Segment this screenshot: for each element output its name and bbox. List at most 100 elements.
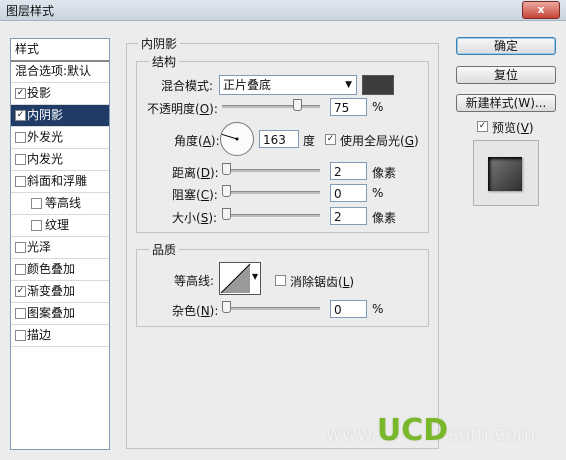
size-key: S bbox=[200, 211, 209, 225]
size-label: 大小(S): bbox=[172, 211, 218, 225]
choke-label: 阻塞(C): bbox=[172, 188, 218, 202]
style-list-label: 内发光 bbox=[27, 152, 64, 166]
choke-slider-thumb[interactable] bbox=[222, 185, 231, 197]
opacity-slider-track[interactable] bbox=[222, 105, 320, 108]
angle-unit: 度 bbox=[303, 134, 316, 148]
size-input[interactable]: 2 bbox=[330, 207, 367, 225]
opacity-label: 不透明度(O): bbox=[147, 102, 218, 116]
angle-dial[interactable] bbox=[219, 121, 255, 157]
shadow-color-swatch[interactable] bbox=[362, 75, 394, 95]
noise-input[interactable]: 0 bbox=[330, 300, 367, 318]
styles-header: 样式 bbox=[11, 39, 109, 62]
preview-label-text: 预览( bbox=[492, 121, 521, 135]
distance-slider-track[interactable] bbox=[222, 169, 320, 172]
chevron-down-icon: ▼ bbox=[252, 272, 259, 281]
style-list-item[interactable]: 颜色叠加 bbox=[11, 259, 109, 281]
styles-list: 样式 混合选项:默认 ✓ 投影 ✓ 内阴影 外发光 内发光 斜面和浮雕 等高线 纹理 光泽 颜色叠加 ✓ 渐… bbox=[10, 38, 110, 450]
style-list-checkbox[interactable]: ✓ bbox=[15, 286, 26, 297]
opacity-key: O bbox=[199, 102, 210, 116]
style-list-checkbox[interactable] bbox=[15, 330, 26, 341]
style-list-checkbox[interactable] bbox=[31, 198, 42, 209]
choke-input[interactable]: 0 bbox=[330, 184, 367, 202]
style-list-item[interactable]: 外发光 bbox=[11, 127, 109, 149]
blend-mode-label: 混合模式: bbox=[161, 79, 214, 93]
contour-picker[interactable]: ▼ bbox=[219, 262, 261, 295]
choke-slider-track[interactable] bbox=[222, 191, 320, 194]
style-list-label: 外发光 bbox=[27, 130, 64, 144]
preview-checkbox[interactable]: ✓ bbox=[477, 121, 488, 132]
styles-header-label: 样式 bbox=[15, 42, 40, 56]
opacity-label-text: 不透明度( bbox=[147, 102, 200, 116]
size-slider-track[interactable] bbox=[222, 214, 320, 217]
angle-key: A bbox=[202, 134, 211, 148]
style-preview-swatch bbox=[488, 157, 522, 191]
distance-label: 距离(D): bbox=[172, 166, 219, 180]
choke-key: C bbox=[200, 188, 210, 202]
style-list-checkbox[interactable] bbox=[15, 264, 26, 275]
style-list-item[interactable]: ✓ 投影 bbox=[11, 83, 109, 105]
style-list-label: 斜面和浮雕 bbox=[27, 174, 88, 188]
blend-mode-value: 正片叠底 bbox=[223, 78, 272, 92]
style-list-item[interactable]: 斜面和浮雕 bbox=[11, 171, 109, 193]
style-list-item[interactable]: 内发光 bbox=[11, 149, 109, 171]
noise-slider-track[interactable] bbox=[222, 307, 320, 310]
close-button[interactable]: x bbox=[522, 1, 560, 19]
watermark-brand: UCD bbox=[376, 413, 449, 448]
style-list-item[interactable]: ✓ 渐变叠加 bbox=[11, 281, 109, 303]
style-list-item[interactable]: ✓ 内阴影 bbox=[11, 105, 109, 127]
global-light-label: 使用全局光(G) bbox=[340, 134, 419, 148]
style-list-label: 投影 bbox=[27, 86, 52, 100]
antialias-key: L bbox=[342, 275, 350, 289]
style-list-checkbox[interactable] bbox=[15, 154, 26, 165]
distance-slider-thumb[interactable] bbox=[222, 163, 231, 175]
noise-slider-thumb[interactable] bbox=[222, 301, 231, 313]
antialias-label: 消除锯齿(L) bbox=[290, 275, 355, 289]
style-list-item[interactable]: 纹理 bbox=[11, 215, 109, 237]
style-list-item[interactable]: 图案叠加 bbox=[11, 303, 109, 325]
style-list-item[interactable]: 混合选项:默认 bbox=[11, 61, 109, 83]
angle-input[interactable]: 163 bbox=[259, 130, 299, 148]
noise-label: 杂色(N): bbox=[172, 304, 219, 318]
style-list-item[interactable]: 描边 bbox=[11, 325, 109, 347]
distance-label-text: 距离( bbox=[172, 166, 201, 180]
distance-input[interactable]: 2 bbox=[330, 162, 367, 180]
style-list-item[interactable]: 光泽 bbox=[11, 237, 109, 259]
reset-button[interactable]: 复位 bbox=[456, 66, 556, 84]
style-list-label: 纹理 bbox=[45, 218, 70, 232]
style-list-checkbox[interactable]: ✓ bbox=[15, 110, 26, 121]
style-list-item[interactable]: 等高线 bbox=[11, 193, 109, 215]
watermark: www.UCDcom.com bbox=[326, 413, 535, 448]
blend-mode-select[interactable]: 正片叠底 ▼ bbox=[219, 75, 357, 95]
style-list-label: 混合选项:默认 bbox=[15, 64, 92, 78]
style-list-checkbox[interactable]: ✓ bbox=[15, 88, 26, 99]
style-list-checkbox[interactable] bbox=[15, 132, 26, 143]
angle-label: 角度(A): bbox=[174, 134, 220, 148]
noise-key: N bbox=[200, 304, 210, 318]
style-list-checkbox[interactable] bbox=[15, 308, 26, 319]
new-style-button[interactable]: 新建样式(W)... bbox=[456, 94, 556, 112]
global-light-checkbox[interactable]: ✓ bbox=[325, 134, 336, 145]
style-list-label: 内阴影 bbox=[27, 108, 64, 122]
size-slider-thumb[interactable] bbox=[222, 208, 231, 220]
opacity-slider-thumb[interactable] bbox=[292, 99, 302, 111]
size-label-text: 大小( bbox=[172, 211, 201, 225]
ok-button[interactable]: 确定 bbox=[456, 37, 556, 55]
antialias-checkbox[interactable] bbox=[275, 275, 286, 286]
noise-unit: % bbox=[372, 302, 384, 316]
title-bar: 图层样式 x bbox=[0, 0, 566, 21]
distance-unit: 像素 bbox=[372, 166, 397, 180]
style-list-label: 等高线 bbox=[45, 196, 82, 210]
global-light-key: G bbox=[404, 134, 414, 148]
choke-label-text: 阻塞( bbox=[172, 188, 201, 202]
style-list-label: 渐变叠加 bbox=[27, 284, 76, 298]
distance-key: D bbox=[200, 166, 210, 180]
size-unit: 像素 bbox=[372, 211, 397, 225]
watermark-suffix: com.com bbox=[448, 423, 536, 445]
style-list-checkbox[interactable] bbox=[31, 220, 42, 231]
opacity-input[interactable]: 75 bbox=[330, 98, 367, 116]
style-list-label: 描边 bbox=[27, 328, 52, 342]
antialias-label-text: 消除锯齿( bbox=[290, 275, 343, 289]
contour-preview-icon bbox=[220, 263, 251, 294]
style-list-checkbox[interactable] bbox=[15, 242, 26, 253]
style-list-checkbox[interactable] bbox=[15, 176, 26, 187]
